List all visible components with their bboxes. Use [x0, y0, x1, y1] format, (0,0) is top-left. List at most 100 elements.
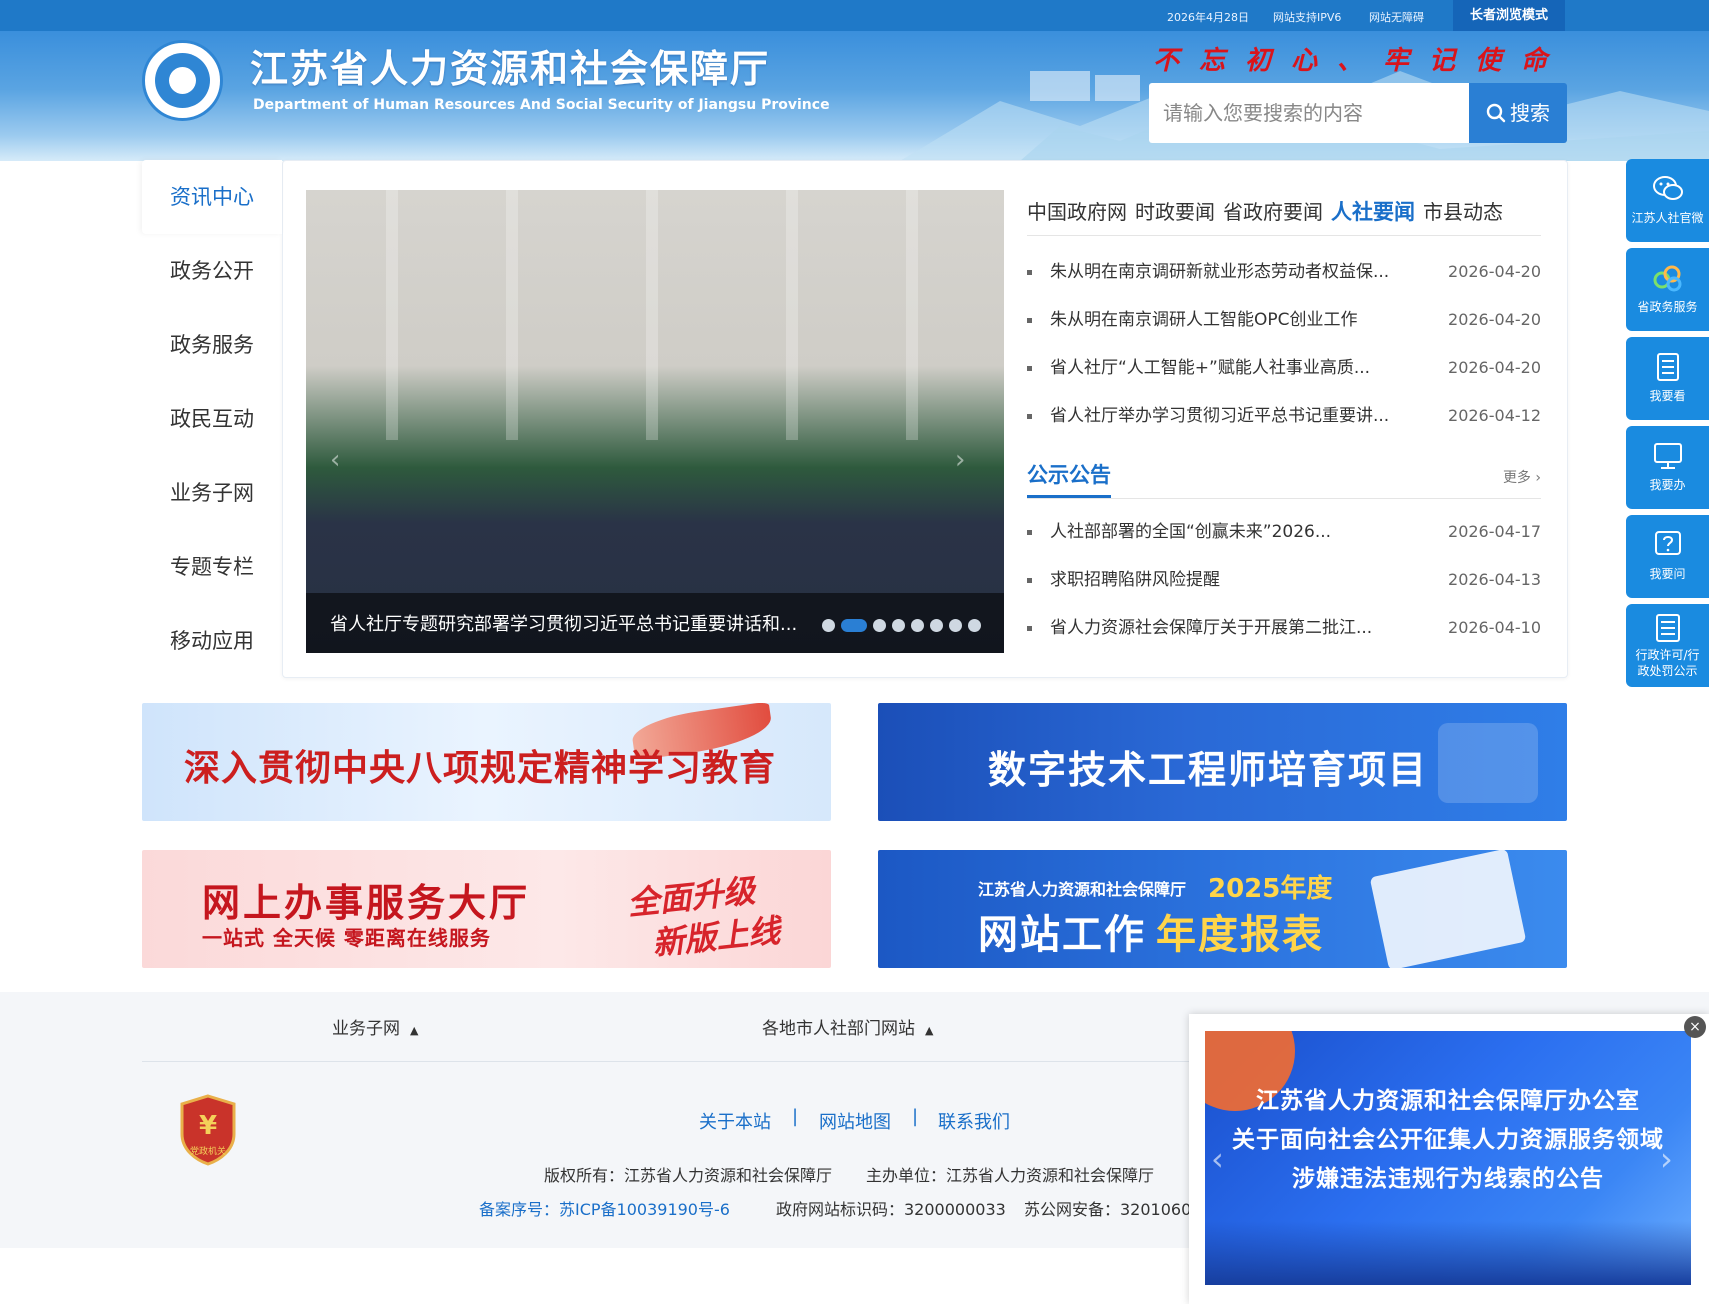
carousel-dot[interactable] — [892, 619, 905, 632]
notice-more-link[interactable]: 更多 › — [1503, 467, 1541, 487]
popup-prev-icon[interactable]: ‹ — [1211, 1140, 1224, 1178]
elder-mode-button[interactable]: 长者浏览模式 — [1453, 0, 1565, 31]
float-gov-service-button[interactable]: 省政务服务 — [1626, 248, 1709, 331]
popup-close-icon[interactable]: × — [1684, 1016, 1706, 1038]
banner-main-text: 网上办事服务大厅 — [202, 881, 531, 925]
news-carousel[interactable]: 省人社厅专题研究部署学习贯彻习近平总书记重要讲话和... — [306, 190, 1004, 653]
city-skyline-decoration — [1205, 1221, 1691, 1285]
ipv6-link[interactable]: 网站支持IPV6 — [1273, 9, 1341, 25]
notice-title[interactable]: 求职招聘陷阱风险提醒 — [1050, 556, 1430, 604]
notice-title[interactable]: 省人力资源社会保障厅关于开展第二批江... — [1050, 604, 1430, 652]
float-label: 我要问 — [1649, 567, 1686, 581]
banner-online-service-hall[interactable]: 网上办事服务大厅 一站式 全天候 零距离在线服务 全面升级 新版上线 — [142, 850, 831, 968]
list-item[interactable]: 省人社厅举办学习贯彻习近平总书记重要讲... 2026-04-12 — [1027, 392, 1541, 440]
carousel-dots — [822, 615, 987, 632]
popup-announcement-image[interactable]: 江苏省人力资源和社会保障厅办公室 关于面向社会公开征集人力资源服务领域 涉嫌违法… — [1205, 1031, 1691, 1285]
report-document-decoration — [1369, 850, 1527, 968]
tab-city-news[interactable]: 市县动态 — [1423, 196, 1503, 225]
float-wechat-button[interactable]: 江苏人社官微 — [1626, 159, 1709, 242]
contact-us-link[interactable]: 联系我们 — [938, 1108, 1010, 1134]
search-box — [1149, 83, 1469, 143]
carousel-prev-icon[interactable]: ‹ — [330, 445, 356, 479]
carousel-dot[interactable] — [930, 619, 943, 632]
banner-sub-text: 一站式 全天候 零距离在线服务 — [202, 926, 491, 950]
notice-section-title[interactable]: 公示公告 — [1027, 459, 1111, 498]
float-label: 我要办 — [1649, 478, 1686, 492]
icp-link[interactable]: 备案序号：苏ICP备10039190号-6 — [479, 1196, 730, 1220]
current-date: 2026年4月28日 — [1167, 11, 1249, 24]
site-subtitle-en: Department of Human Resources And Social… — [253, 97, 830, 113]
float-admin-permit-button[interactable]: 行政许可/行 政处罚公示 — [1626, 604, 1709, 687]
carousel-caption[interactable]: 省人社厅专题研究部署学习贯彻习近平总书记重要讲话和... — [330, 610, 830, 636]
news-list: 朱从明在南京调研新就业形态劳动者权益保... 2026-04-20 朱从明在南京调… — [1027, 248, 1541, 440]
carousel-photo[interactable] — [306, 190, 1004, 653]
popup-line-3: 涉嫌违法违规行为线索的公告 — [1292, 1166, 1604, 1192]
nav-item-gov-services[interactable]: 政务服务 — [142, 308, 282, 382]
list-item[interactable]: 求职招聘陷阱风险提醒 2026-04-13 — [1027, 556, 1541, 604]
banner-main-text-highlight: 年度报表 — [1156, 912, 1324, 958]
nav-item-special-topics[interactable]: 专题专栏 — [142, 530, 282, 604]
tab-province-news[interactable]: 省政府要闻 — [1223, 196, 1323, 225]
service-logo-icon — [1653, 265, 1682, 292]
tab-china-gov[interactable]: 中国政府网 — [1027, 196, 1127, 225]
news-title[interactable]: 朱从明在南京调研人工智能OPC创业工作 — [1050, 296, 1430, 344]
carousel-next-icon[interactable]: › — [955, 445, 981, 479]
about-site-link[interactable]: 关于本站 — [699, 1108, 771, 1134]
tab-politics[interactable]: 时政要闻 — [1135, 196, 1215, 225]
notice-title[interactable]: 人社部部署的全国“创赢未来”2026... — [1050, 508, 1430, 556]
notice-date: 2026-04-10 — [1448, 618, 1541, 637]
nav-item-gov-affairs[interactable]: 政务公开 — [142, 234, 282, 308]
news-date: 2026-04-20 — [1448, 262, 1541, 281]
nav-item-news-center[interactable]: 资讯中心 — [142, 160, 282, 234]
nav-item-sub-sites[interactable]: 业务子网 — [142, 456, 282, 530]
banner-digital-engineer[interactable]: 数字技术工程师培育项目 — [878, 703, 1567, 821]
search-button[interactable]: 搜索 — [1469, 83, 1567, 143]
notice-list: 人社部部署的全国“创赢未来”2026... 2026-04-17 求职招聘陷阱风险… — [1027, 508, 1541, 652]
carousel-dot[interactable] — [911, 619, 924, 632]
monitor-icon — [1654, 443, 1682, 469]
ministry-logo[interactable] — [142, 40, 223, 121]
banner-year-text: 2025年度 — [1208, 874, 1333, 904]
tab-hrss-news[interactable]: 人社要闻 — [1331, 196, 1415, 226]
city-sites-dropdown[interactable]: 各地市人社部门网站 ▲ — [762, 1014, 933, 1039]
news-date: 2026-04-12 — [1448, 406, 1541, 425]
list-item[interactable]: 朱从明在南京调研新就业形态劳动者权益保... 2026-04-20 — [1027, 248, 1541, 296]
banner-main-text: 网站工作 — [978, 912, 1146, 958]
banner-text: 深入贯彻中央八项规定精神学习教育 — [184, 748, 777, 789]
footer-separator: | — [912, 1106, 919, 1127]
float-handle-button[interactable]: 我要办 — [1626, 426, 1709, 509]
carousel-dot[interactable] — [873, 619, 886, 632]
carousel-dot-active[interactable] — [841, 619, 867, 632]
news-title[interactable]: 省人社厅“人工智能+”赋能人社事业高质... — [1050, 344, 1430, 392]
party-gov-badge-icon[interactable]: ¥ 党政机关 — [178, 1094, 238, 1166]
caret-up-icon: ▲ — [410, 1024, 419, 1037]
svg-text:党政机关: 党政机关 — [190, 1145, 226, 1157]
nav-item-interaction[interactable]: 政民互动 — [142, 382, 282, 456]
list-item[interactable]: 省人力资源社会保障厅关于开展第二批江... 2026-04-10 — [1027, 604, 1541, 652]
banner-eight-rules[interactable]: 深入贯彻中央八项规定精神学习教育 — [142, 703, 831, 821]
list-item[interactable]: 省人社厅“人工智能+”赋能人社事业高质... 2026-04-20 — [1027, 344, 1541, 392]
float-view-button[interactable]: 我要看 — [1626, 337, 1709, 420]
popup-next-icon[interactable]: › — [1660, 1140, 1673, 1178]
top-bar: 2026年4月28日 网站支持IPV6 网站无障碍 长者浏览模式 — [0, 0, 1709, 31]
site-title[interactable]: 江苏省人力资源和社会保障厅 — [250, 38, 770, 93]
popup-line-2: 关于面向社会公开征集人力资源服务领域 — [1232, 1127, 1664, 1153]
accessibility-link[interactable]: 网站无障碍 — [1369, 9, 1424, 25]
sub-sites-dropdown[interactable]: 业务子网 ▲ — [332, 1014, 418, 1039]
popup-line-1: 江苏省人力资源和社会保障厅办公室 — [1256, 1088, 1640, 1114]
nav-item-mobile-apps[interactable]: 移动应用 — [142, 604, 282, 678]
float-label: 江苏人社官微 — [1631, 211, 1704, 225]
list-item[interactable]: 朱从明在南京调研人工智能OPC创业工作 2026-04-20 — [1027, 296, 1541, 344]
sponsor-text: 主办单位：江苏省人力资源和社会保障厅 — [866, 1166, 1155, 1185]
list-item[interactable]: 人社部部署的全国“创赢未来”2026... 2026-04-17 — [1027, 508, 1541, 556]
carousel-dot[interactable] — [822, 619, 835, 632]
carousel-dot[interactable] — [968, 619, 981, 632]
site-map-link[interactable]: 网站地图 — [819, 1108, 891, 1134]
news-title[interactable]: 朱从明在南京调研新就业形态劳动者权益保... — [1050, 248, 1430, 296]
search-input[interactable] — [1149, 83, 1469, 143]
news-title[interactable]: 省人社厅举办学习贯彻习近平总书记重要讲... — [1050, 392, 1430, 440]
banner-annual-report[interactable]: 江苏省人力资源和社会保障厅 2025年度 网站工作 年度报表 — [878, 850, 1567, 968]
float-ask-button[interactable]: 我要问 — [1626, 515, 1709, 598]
carousel-dot[interactable] — [949, 619, 962, 632]
police-record[interactable]: 苏公网安备：3201060 — [1024, 1196, 1191, 1220]
